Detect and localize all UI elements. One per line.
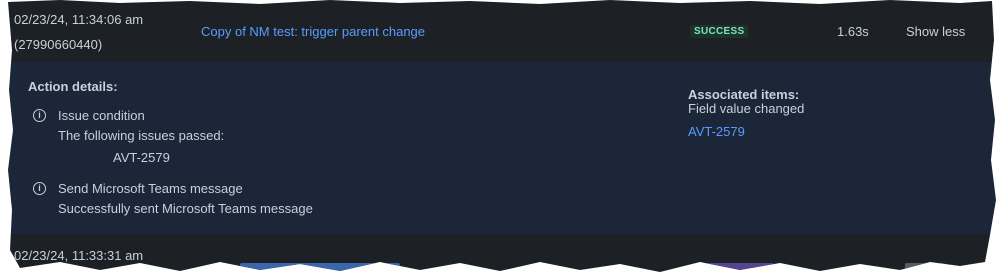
status-badge: SUCCESS — [690, 25, 749, 38]
associated-issue-link[interactable]: AVT-2579 — [688, 124, 745, 139]
action-title: Issue condition — [58, 108, 145, 123]
status-badge — [694, 263, 774, 272]
action-issue-key: AVT-2579 — [113, 150, 170, 165]
info-icon: i — [33, 182, 46, 195]
row-timestamp: 02/23/24, 11:33:31 am — [14, 248, 144, 263]
action-details-panel: Action details: i Issue condition The fo… — [8, 62, 996, 234]
row-id: (27990660440) — [14, 37, 103, 52]
show-less-button[interactable]: Show less — [906, 24, 965, 39]
action-subtitle: The following issues passed: — [58, 128, 225, 143]
action-title: Send Microsoft Teams message — [58, 181, 243, 196]
rule-name-link[interactable]: Copy of NM test: trigger parent change — [201, 24, 425, 39]
audit-log-row[interactable]: 02/23/24, 11:34:06 am (27990660440) Copy… — [8, 0, 996, 62]
rule-name-link[interactable] — [240, 263, 400, 272]
action-details-heading: Action details: — [28, 79, 118, 94]
audit-log-row[interactable]: 02/23/24, 11:33:31 am — [8, 234, 996, 272]
show-more-button[interactable] — [905, 263, 945, 272]
row-timestamp: 02/23/24, 11:34:06 am — [14, 12, 144, 27]
associated-item-type: Field value changed — [688, 101, 805, 116]
associated-items-heading: Associated items: — [688, 87, 800, 102]
info-icon: i — [33, 109, 46, 122]
audit-log-screenshot: 02/23/24, 11:34:06 am (27990660440) Copy… — [8, 0, 996, 272]
action-subtitle: Successfully sent Microsoft Teams messag… — [58, 201, 313, 216]
duration: 1.63s — [837, 24, 869, 39]
